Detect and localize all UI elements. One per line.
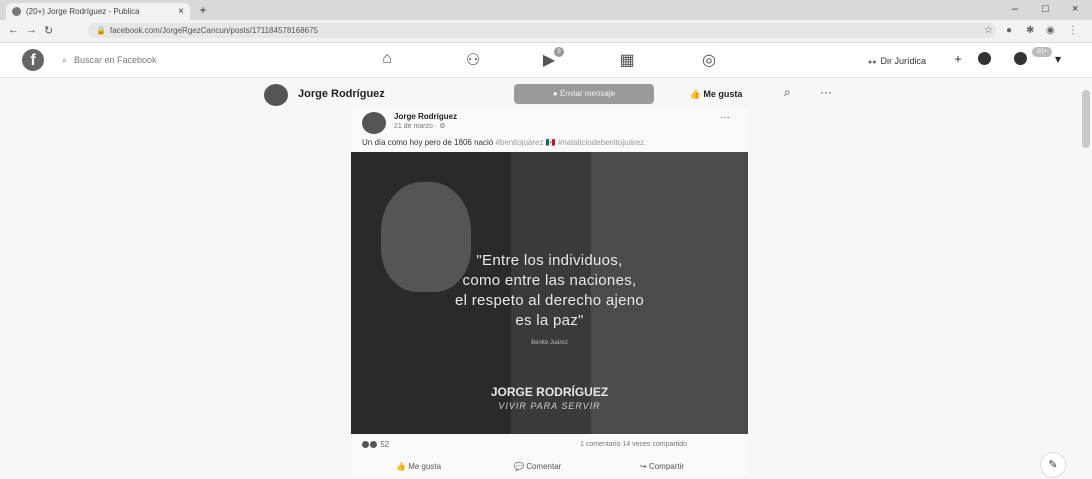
messenger-small-icon: ● [552, 89, 560, 98]
search-placeholder: Buscar en Facebook [74, 55, 157, 65]
bookmark-star-icon[interactable]: ☆ [984, 25, 993, 36]
close-window-button[interactable]: × [1072, 3, 1078, 15]
page-title[interactable]: Jorge Rodríguez [298, 88, 385, 100]
reaction-count: 52 [380, 440, 390, 449]
page-avatar[interactable] [264, 84, 288, 106]
page-more-button[interactable]: ··· [820, 85, 832, 99]
facebook-logo-icon[interactable]: f [22, 49, 44, 71]
like-reaction-icon [362, 441, 369, 449]
share-label: Compartir [648, 462, 685, 471]
post-text-body: Un día como hoy pero de 1806 nació [362, 138, 496, 147]
like-post-button[interactable]: 👍 Me gusta [396, 462, 441, 471]
like-page-button[interactable]: 👍 Me gusta [676, 84, 756, 104]
post-image[interactable]: "Entre los individuos, como entre las na… [351, 152, 748, 434]
page-scrollbar[interactable] [1082, 90, 1090, 148]
minimize-button[interactable]: – [1012, 3, 1018, 15]
extension-icon[interactable]: ● [1006, 25, 1012, 36]
post-date[interactable]: 21 de marzo · ⚙ [394, 122, 445, 130]
address-bar[interactable]: 🔒 facebook.com/JorgeRgezCancun/posts/171… [88, 23, 996, 38]
switch-page[interactable]: ●● Dir Jurídica [868, 56, 926, 66]
quote-line-2: como entre las naciones, [462, 272, 637, 289]
browser-tab[interactable]: (20+) Jorge Rodríguez - Publica × [6, 3, 190, 20]
post-hashtags[interactable]: #benitojuárez 🇲🇽 #nataliciodebenitojuáre… [495, 138, 646, 147]
notification-badge: 20+ [1032, 47, 1052, 57]
comment-icon: 💬 [514, 462, 527, 471]
share-icon: ↪ [640, 462, 649, 471]
search-icon: ⌕ [62, 55, 68, 65]
browser-menu-icon[interactable]: ⋮ [1068, 25, 1078, 36]
thumbs-up-outline-icon: 👍 [396, 462, 409, 471]
comment-button[interactable]: 💬 Comentar [514, 462, 561, 471]
marketplace-icon[interactable]: ▦ [602, 50, 652, 70]
create-button[interactable]: + [950, 51, 966, 67]
notifications-icon[interactable] [1014, 52, 1027, 65]
friends-icon[interactable]: ⚇ [448, 50, 498, 70]
share-button[interactable]: ↪ Compartir [640, 462, 684, 471]
post-author[interactable]: Jorge Rodríguez [394, 112, 457, 121]
tab-close-icon[interactable]: × [178, 3, 184, 20]
account-menu-icon[interactable]: ▾ [1050, 51, 1066, 67]
search-input[interactable]: ⌕ Buscar en Facebook [54, 51, 244, 69]
page-avatar-icon: ●● [868, 59, 877, 66]
like-page-label: Me gusta [703, 89, 743, 99]
forward-icon[interactable]: → [26, 24, 37, 36]
post-options-button[interactable]: ··· [720, 112, 730, 123]
comments-shares-count[interactable]: 1 comentario 14 veces compartido [580, 441, 687, 448]
quote-line-4: es la paz" [515, 312, 584, 329]
facebook-favicon-icon [12, 7, 21, 16]
maximize-button[interactable]: □ [1042, 3, 1049, 15]
thumbs-up-icon: 👍 [689, 89, 704, 99]
brand-name: JORGE RODRÍGUEZ [490, 385, 609, 399]
quote-author: Benito Juárez [531, 340, 568, 346]
reload-icon[interactable]: ↻ [44, 24, 53, 37]
messenger-icon[interactable] [978, 52, 991, 65]
new-message-icon[interactable]: ✎ [1040, 452, 1066, 478]
url-text: facebook.com/JorgeRgezCancun/posts/17118… [110, 26, 318, 35]
send-message-button[interactable]: ● Enviar mensaje [514, 84, 654, 104]
lock-icon: 🔒 [96, 26, 106, 35]
home-icon[interactable]: ⌂ [362, 50, 412, 70]
brand-slogan: VIVIR PARA SERVIR [498, 401, 601, 411]
back-icon[interactable]: ← [8, 24, 19, 36]
puzzle-icon[interactable]: ✱ [1026, 25, 1034, 36]
watch-icon[interactable]: ▶ [524, 50, 574, 70]
love-reaction-icon [370, 441, 377, 449]
like-post-label: Me gusta [408, 462, 442, 471]
groups-icon[interactable]: ◎ [684, 50, 734, 70]
new-tab-button[interactable]: + [196, 3, 210, 17]
reactions-summary[interactable]: 52 [362, 440, 389, 449]
quote-line-3: el respeto al derecho ajeno [454, 292, 645, 309]
quote-line-1: "Entre los individuos, [476, 252, 623, 269]
send-message-label: Enviar mensaje [559, 89, 616, 98]
profile-icon[interactable]: ◉ [1046, 25, 1055, 36]
watch-badge: 9 [554, 47, 564, 57]
post-author-avatar[interactable] [362, 112, 386, 134]
page-name-label: Dir Jurídica [880, 56, 926, 66]
post-text: Un día como hoy pero de 1806 nació #beni… [362, 138, 747, 147]
comment-label: Comentar [526, 462, 562, 471]
tab-title: (20+) Jorge Rodríguez - Publica [26, 7, 140, 16]
page-search-icon[interactable]: ⌕ [784, 85, 791, 100]
